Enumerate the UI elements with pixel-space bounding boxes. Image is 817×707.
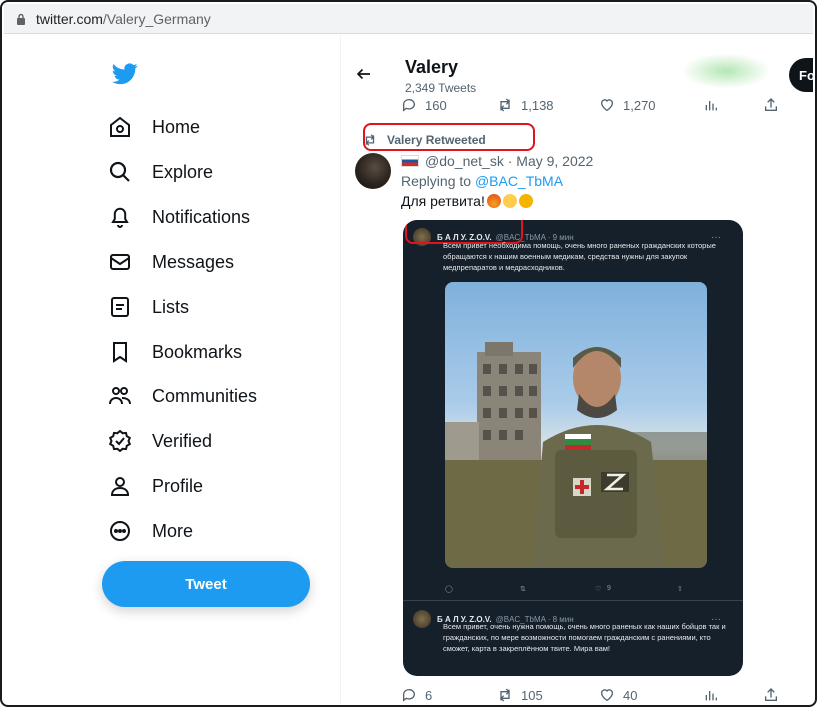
replying-prefix: Replying to [401,173,472,189]
twitter-logo-icon[interactable] [112,63,138,85]
sidebar-item-explore[interactable]: Explore [108,152,213,192]
embedded-screenshot[interactable]: Б А Л У. Z.O.V. @BAC_TbMA · 9 мин ··· Вс… [403,220,743,676]
avatar[interactable] [355,153,391,189]
profile-name: Valery [405,57,459,77]
verified-icon [108,429,132,453]
replying-to: Replying to @BAC_TbMA [401,173,563,189]
like-count: 1,270 [623,97,656,113]
sidebar-item-label: Lists [152,296,190,317]
sidebar-item-lists[interactable]: Lists [108,287,189,327]
retweet-icon [500,98,510,112]
lock-icon [17,13,25,25]
sidebar-item-label: Messages [152,251,235,272]
like-button[interactable]: 40 [599,687,637,703]
sidebar-item-home[interactable]: Home [108,107,200,147]
browser-window: twitter.com/Valery_Germany Home Explore … [0,0,817,707]
sidebar-item-bookmarks[interactable]: Bookmarks [108,332,242,372]
tweet-count: 2,349 Tweets [405,81,477,95]
retweet-count: 1,138 [521,97,554,113]
sidebar-item-verified[interactable]: Verified [108,421,212,461]
back-arrow-icon[interactable] [355,65,373,83]
reply-icon [402,99,415,112]
sidebar-item-label: Communities [152,385,258,406]
handshake-icon [518,194,533,208]
retweet-button[interactable]: 105 [497,687,543,703]
avatar [413,610,431,628]
top-tweet-actions: 160 1,138 1,270 [401,97,781,117]
sidebar-item-notifications[interactable]: Notifications [108,197,250,237]
header-separator: · [503,153,517,169]
share-button[interactable] [763,97,787,113]
reply-icon [402,689,415,702]
sidebar-item-messages[interactable]: Messages [108,242,234,282]
embedded-divider [403,600,743,601]
analytics-icon [705,101,717,111]
retweet-icon [500,688,510,702]
person-icon [110,477,130,496]
follow-button[interactable]: Fo [789,58,813,92]
sidebar-item-more[interactable]: More [108,511,193,551]
sidebar-item-label: More [152,520,194,541]
analytics-button[interactable] [703,97,727,113]
retweet-icon: ⇅ [520,586,526,593]
retweet-button[interactable]: 1,138 [497,97,554,113]
fire-icon [486,194,501,208]
main-column: Valery 2,349 Tweets Fo 160 1,138 1,270 [341,35,813,703]
mail-icon [110,254,130,270]
sidebar-item-label: Verified [152,430,213,451]
sidebar-item-label: Explore [152,161,214,182]
share-button[interactable] [763,687,787,703]
url-path: /Valery_Germany [102,10,211,27]
share-icon [765,688,777,701]
soldier-photo-illustration [445,342,707,568]
sidebar-item-profile[interactable]: Profile [108,466,203,506]
reply-count: 160 [425,97,447,113]
reply-button[interactable]: 160 [401,97,447,113]
tweet-date[interactable]: May 9, 2022 [516,153,593,169]
embedded-tweet-text: Всем привет необходима помощь, очень мно… [443,241,716,272]
search-icon [109,161,130,182]
sidebar-item-communities[interactable]: Communities [108,376,257,416]
more-icon [110,521,130,541]
address-bar[interactable]: twitter.com/Valery_Germany [4,4,813,34]
reply-count: 6 [425,687,433,703]
tweet-photo [445,282,707,568]
heart-icon [601,99,613,112]
embedded-tweet-text: Всем привет, очень нужна помощь, очень м… [443,622,726,653]
red-highlight-oval [363,123,535,151]
heart-icon: ♡ [595,586,602,593]
fist-icon [502,194,517,208]
embedded-like-count: 9 [607,585,611,592]
like-count: 40 [623,687,638,703]
sidebar-item-label: Bookmarks [152,341,243,362]
tweet-header: @do_net_sk · May 9, 2022 [401,153,593,169]
blurred-banner-fragment [681,53,771,89]
retweet-count: 105 [521,687,543,703]
sidebar-item-label: Notifications [152,206,251,227]
author-handle[interactable]: @do_net_sk [425,153,504,169]
share-icon [765,98,777,111]
bookmark-icon [113,342,127,363]
analytics-button[interactable] [703,687,727,703]
share-icon: ⇧ [677,586,683,593]
sidebar: Home Explore Notifications Messages List… [4,35,340,703]
sidebar-item-label: Home [152,116,201,137]
tweet-button[interactable]: Tweet [102,561,310,607]
like-button[interactable]: 1,270 [599,97,656,113]
list-icon [111,297,129,317]
bell-icon [111,207,129,228]
reply-icon: ◯ [445,586,453,593]
russia-flag-icon [401,155,419,167]
home-icon [110,116,130,137]
tweet-text: Для ретвита! [401,193,533,209]
url-host: twitter.com [36,10,103,27]
reply-button[interactable]: 6 [401,687,432,703]
analytics-icon [705,691,717,701]
reply-mention-link[interactable]: @BAC_TbMA [475,173,563,189]
sidebar-item-label: Profile [152,475,204,496]
bottom-tweet-actions: 6 105 40 [401,687,781,703]
tweet-body: Для ретвита! [401,193,485,209]
heart-icon [601,689,613,702]
communities-icon [109,387,131,405]
